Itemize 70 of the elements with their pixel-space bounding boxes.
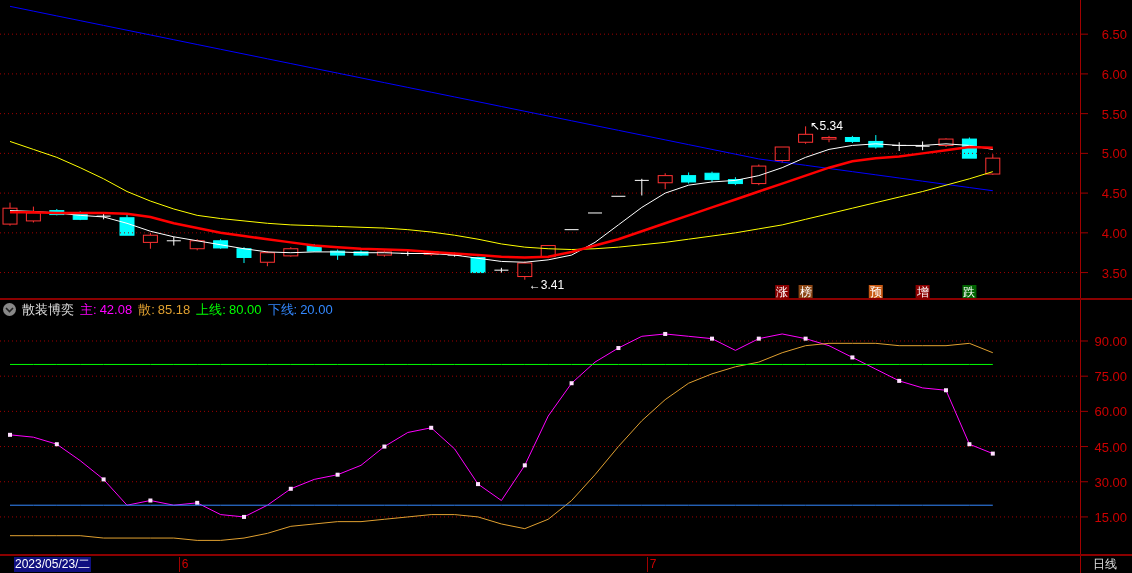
candlestick bbox=[493, 267, 509, 274]
candlestick bbox=[330, 249, 346, 261]
candlestick bbox=[915, 140, 931, 151]
candlestick bbox=[657, 172, 673, 190]
candlestick bbox=[564, 229, 580, 231]
candlestick bbox=[236, 246, 252, 264]
candlestick bbox=[704, 171, 720, 183]
candlestick bbox=[25, 206, 41, 223]
candlestick bbox=[821, 135, 837, 143]
axis-label: 6.00 bbox=[1101, 66, 1127, 82]
axis-label: 90.00 bbox=[1094, 334, 1127, 349]
signal-tag: 增 bbox=[915, 285, 930, 299]
axis-label: 6.50 bbox=[1101, 27, 1127, 43]
legend-value: 80.00 bbox=[228, 301, 262, 319]
candlestick bbox=[376, 249, 392, 258]
candlestick bbox=[727, 176, 743, 186]
candlestick bbox=[938, 137, 954, 148]
signal-tag: 榜 bbox=[798, 285, 813, 299]
candlestick bbox=[213, 238, 229, 250]
candlestick bbox=[587, 212, 603, 214]
axis-label: 3.50 bbox=[1101, 265, 1127, 281]
candlestick bbox=[283, 246, 299, 258]
price-label: ↖5.34 bbox=[809, 119, 843, 134]
candlestick bbox=[681, 171, 697, 185]
period-label[interactable]: 日线 bbox=[1093, 557, 1117, 572]
date-tick-label: 6 bbox=[178, 557, 189, 572]
legend-label: 上线: bbox=[196, 301, 226, 319]
candlestick bbox=[610, 195, 626, 197]
candlestick bbox=[72, 210, 88, 221]
axis-label: 45.00 bbox=[1094, 439, 1127, 455]
collapse-icon[interactable] bbox=[3, 303, 16, 317]
candlestick bbox=[353, 249, 369, 257]
legend-label: 散: bbox=[138, 301, 155, 319]
legend-value: 85.18 bbox=[157, 301, 191, 319]
axis-label: 15.00 bbox=[1094, 509, 1127, 525]
legend-value: 42.08 bbox=[99, 301, 133, 319]
candlestick bbox=[517, 260, 533, 281]
legend-label: 主: bbox=[80, 301, 97, 319]
candlestick bbox=[540, 245, 556, 259]
candlestick bbox=[634, 178, 650, 196]
candlestick bbox=[49, 208, 65, 216]
axis-label: 4.00 bbox=[1101, 225, 1127, 241]
legend-value: 20.00 bbox=[300, 301, 333, 319]
indicator-title: 散装博奕 bbox=[22, 301, 74, 319]
axis-label: 5.50 bbox=[1101, 106, 1127, 122]
candlestick bbox=[751, 164, 767, 186]
date-tick-label: 7 bbox=[646, 557, 657, 572]
signal-tag: 涨 bbox=[775, 285, 790, 299]
legend-label: 下线: bbox=[267, 301, 298, 319]
candlestick bbox=[96, 213, 112, 220]
signal-tag: 预 bbox=[868, 285, 883, 299]
cursor-date-label: 2023/05/23/二 bbox=[14, 557, 92, 572]
candlestick bbox=[844, 135, 860, 144]
axis-label: 5.00 bbox=[1101, 146, 1127, 162]
candlestick bbox=[259, 250, 275, 267]
candlestick bbox=[119, 213, 135, 236]
candlestick bbox=[868, 134, 884, 150]
axis-label: 60.00 bbox=[1094, 404, 1127, 420]
candlestick bbox=[470, 256, 486, 274]
candlestick bbox=[166, 236, 182, 247]
candlestick bbox=[306, 243, 322, 253]
axis-label: 75.00 bbox=[1094, 369, 1127, 385]
axis-label: 30.00 bbox=[1094, 474, 1127, 490]
signal-tag: 跌 bbox=[962, 285, 977, 299]
candlestick bbox=[774, 146, 790, 164]
candlestick bbox=[985, 153, 1001, 176]
candlestick bbox=[189, 238, 205, 251]
price-label: ←3.41 bbox=[528, 277, 565, 292]
axis-label: 4.50 bbox=[1101, 186, 1127, 202]
candlestick bbox=[142, 232, 158, 250]
